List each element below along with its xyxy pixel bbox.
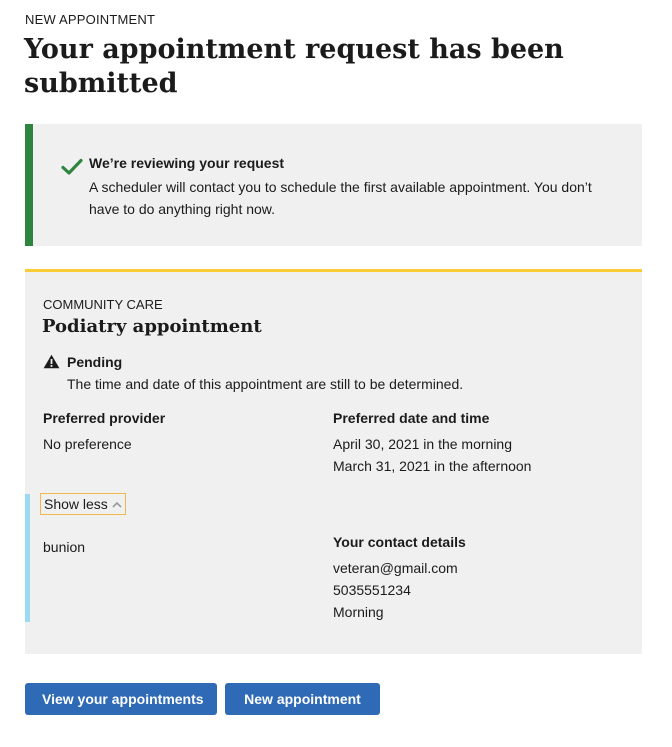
preferred-date-heading: Preferred date and time — [333, 410, 490, 426]
contact-email: veteran@gmail.com — [333, 560, 458, 576]
status-text: The time and date of this appointment ar… — [67, 376, 464, 392]
contact-heading: Your contact details — [333, 534, 466, 550]
success-alert: We’re reviewing your request A scheduler… — [25, 124, 642, 246]
appointment-card: COMMUNITY CARE Podiatry appointment Pend… — [25, 269, 642, 654]
show-less-label: Show less — [44, 496, 108, 512]
confirmation-page: NEW APPOINTMENT Your appointment request… — [0, 0, 672, 747]
contact-phone: 5035551234 — [333, 582, 411, 598]
appointment-title: Podiatry appointment — [42, 316, 262, 337]
expanded-section-indicator — [25, 494, 30, 622]
page-eyebrow: NEW APPOINTMENT — [25, 12, 156, 27]
show-less-button[interactable]: Show less — [40, 493, 126, 515]
contact-best-time: Morning — [333, 604, 384, 620]
status-label: Pending — [67, 354, 123, 370]
page-title: Your appointment request has been submit… — [24, 34, 564, 99]
view-appointments-button[interactable]: View your appointments — [25, 683, 217, 715]
provider-heading: Preferred provider — [43, 410, 166, 426]
reason-for-visit: bunion — [43, 539, 86, 555]
preferred-date-2: March 31, 2021 in the afternoon — [333, 458, 532, 474]
alert-heading: We’re reviewing your request — [89, 155, 285, 171]
preferred-date-1: April 30, 2021 in the morning — [333, 436, 512, 452]
provider-value: No preference — [43, 436, 132, 452]
alert-body: A scheduler will contact you to schedule… — [89, 179, 592, 217]
appointment-type: COMMUNITY CARE — [43, 297, 163, 312]
warning-icon — [43, 354, 60, 369]
chevron-up-icon — [112, 501, 122, 508]
new-appointment-button[interactable]: New appointment — [225, 683, 380, 715]
check-icon — [61, 158, 83, 175]
